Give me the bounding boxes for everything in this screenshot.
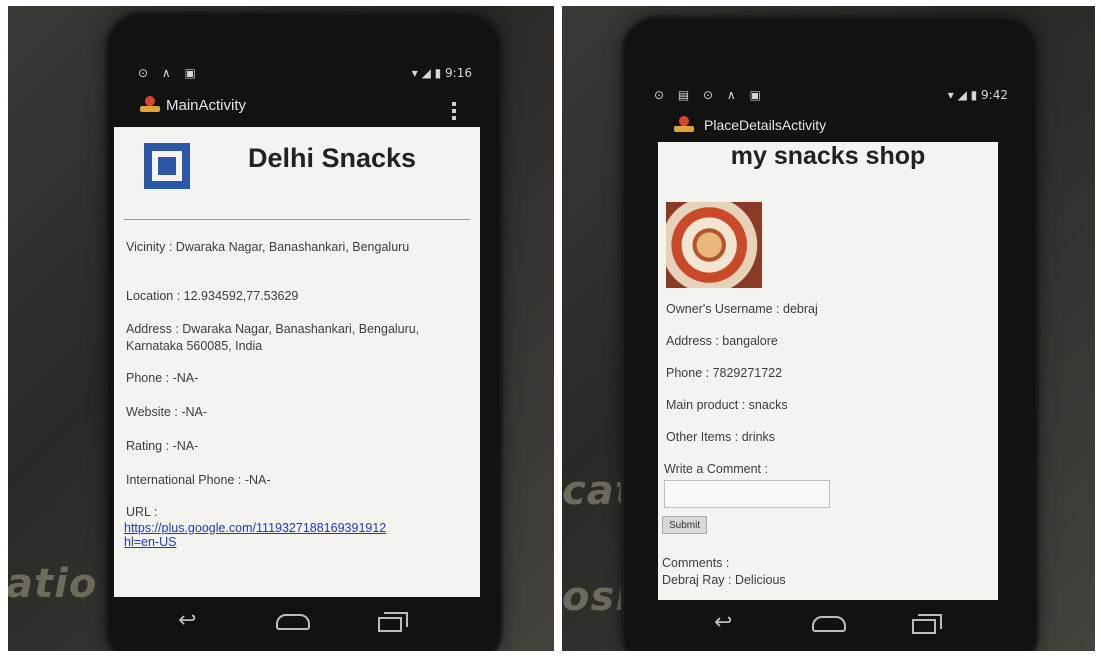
main-activity-screen: Delhi Snacks Vicinity : Dwaraka Nagar, B… bbox=[114, 127, 480, 597]
background-sign-text-2: osi bbox=[562, 574, 630, 620]
place-details-screen: my snacks shop Owner's Username : debraj… bbox=[658, 142, 998, 600]
address-text: Address : bangalore bbox=[666, 334, 778, 348]
location-text: Location : 12.934592,77.53629 bbox=[126, 289, 299, 303]
navigation-bar: ↩ bbox=[108, 602, 500, 642]
activity-title: PlaceDetailsActivity bbox=[704, 117, 827, 133]
back-icon[interactable]: ↩ bbox=[714, 612, 732, 634]
phone-frame: ⊙ ▤ ⊙ ∧ ▣ ▾ ◢ ▮ 9:42 PlaceDetailsActivit… bbox=[624, 18, 1036, 651]
phone-text: Phone : -NA- bbox=[126, 371, 199, 385]
shop-name: my snacks shop bbox=[730, 142, 926, 170]
status-bar: ⊙ ▤ ⊙ ∧ ▣ ▾ ◢ ▮ 9:42 bbox=[624, 86, 1036, 106]
activity-title: MainActivity bbox=[166, 97, 247, 114]
other-items-text: Other Items : drinks bbox=[666, 430, 776, 444]
write-comment-label: Write a Comment : bbox=[664, 462, 768, 476]
phone-text: Phone : 7829271722 bbox=[666, 366, 783, 380]
website-text: Website : -NA- bbox=[126, 405, 208, 419]
comment-input[interactable] bbox=[664, 480, 830, 508]
rating-text: Rating : -NA- bbox=[126, 439, 199, 453]
navigation-bar: ↩ bbox=[624, 604, 1036, 644]
status-bar: ⊙ ∧ ▣ ▾ ◢ ▮ 9:16 bbox=[108, 64, 500, 84]
international-phone-text: International Phone : -NA- bbox=[126, 473, 271, 487]
right-phone-photo: cati osi ⊙ ▤ ⊙ ∧ ▣ ▾ ◢ ▮ 9:42 PlaceDetai… bbox=[562, 6, 1095, 651]
submit-button[interactable]: Submit bbox=[662, 516, 708, 534]
main-product-text: Main product : snacks bbox=[666, 398, 788, 412]
url-label: URL : bbox=[126, 505, 158, 519]
divider bbox=[124, 219, 470, 220]
home-icon[interactable] bbox=[812, 616, 846, 632]
vicinity-text: Vicinity : Dwaraka Nagar, Banashankari, … bbox=[126, 240, 410, 254]
status-clock: ▾ ◢ ▮ 9:42 bbox=[947, 88, 1008, 102]
owner-username-text: Owner's Username : debraj bbox=[666, 302, 818, 316]
back-icon[interactable]: ↩ bbox=[178, 610, 196, 632]
recent-apps-icon[interactable] bbox=[378, 612, 408, 632]
overflow-menu-icon[interactable] bbox=[452, 102, 456, 123]
action-bar: PlaceDetailsActivity bbox=[624, 113, 1036, 140]
comments-heading: Comments : bbox=[662, 556, 730, 570]
app-icon bbox=[140, 93, 160, 114]
shop-photo bbox=[666, 202, 762, 288]
background-sign-text: atio bbox=[8, 561, 98, 607]
place-type-icon bbox=[144, 143, 190, 189]
status-clock: ▾ ◢ ▮ 9:16 bbox=[411, 66, 472, 80]
phone-frame: ⊙ ∧ ▣ ▾ ◢ ▮ 9:16 MainActivity Delhi Snac… bbox=[108, 14, 500, 651]
url-link-line1[interactable]: https://plus.google.com/1119327188169391… bbox=[124, 521, 386, 535]
notification-icons: ⊙ ∧ ▣ bbox=[138, 66, 201, 80]
address-text: Address : Dwaraka Nagar, Banashankari, B… bbox=[126, 322, 420, 353]
notification-icons: ⊙ ▤ ⊙ ∧ ▣ bbox=[654, 88, 766, 102]
comment-entry: Debraj Ray : Delicious bbox=[662, 573, 786, 587]
app-icon bbox=[674, 113, 694, 134]
place-name: Delhi Snacks bbox=[248, 143, 417, 173]
left-phone-photo: atio ⊙ ∧ ▣ ▾ ◢ ▮ 9:16 MainActivity Delhi… bbox=[8, 6, 554, 651]
home-icon[interactable] bbox=[276, 614, 310, 630]
recent-apps-icon[interactable] bbox=[912, 614, 942, 634]
url-link-line2[interactable]: hl=en-US bbox=[124, 535, 176, 549]
action-bar: MainActivity bbox=[108, 93, 500, 123]
url-link[interactable]: https://plus.google.com/1119327188169391… bbox=[124, 521, 386, 549]
